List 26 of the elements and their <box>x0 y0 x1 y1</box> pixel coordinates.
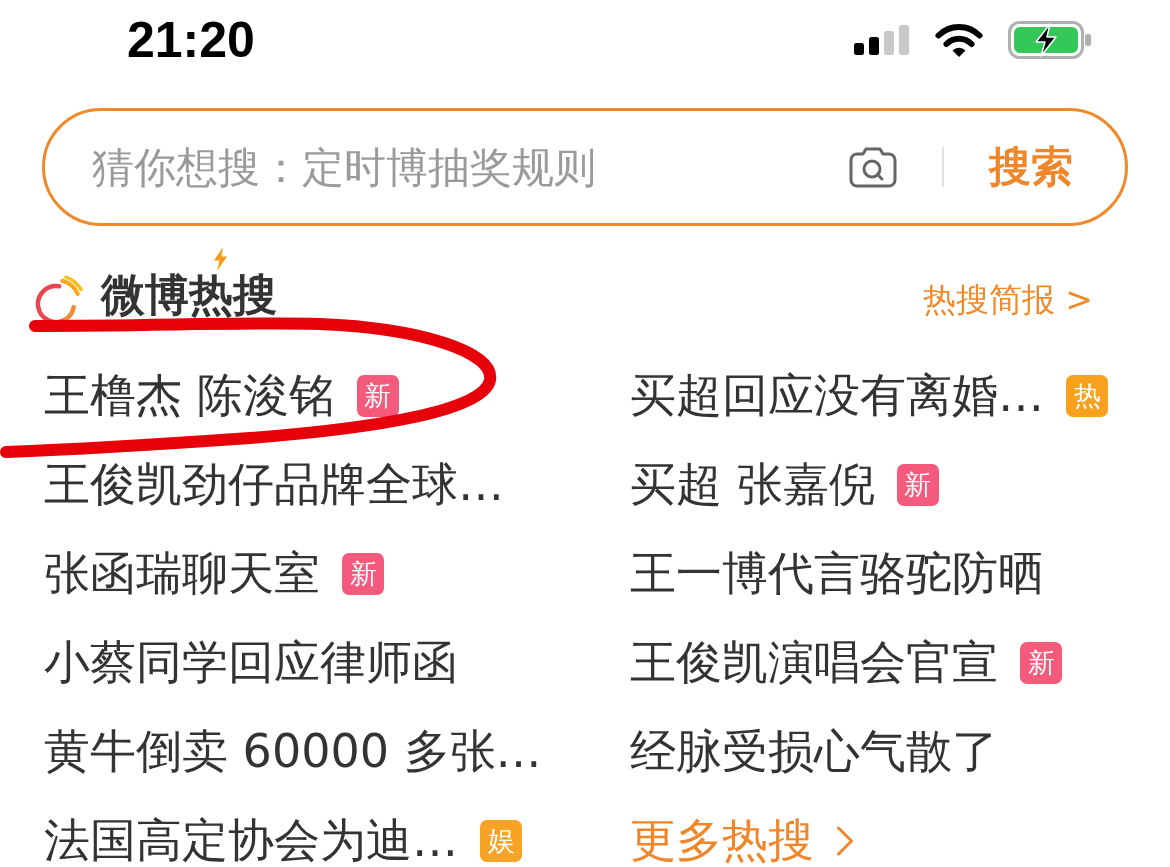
status-time: 21:20 <box>127 11 255 69</box>
hot-search-item[interactable]: 买超 张嘉倪 <box>630 453 875 516</box>
item-tag: 新 <box>1020 641 1062 684</box>
hot-search-item[interactable]: 黄牛倒卖 60000 多张… <box>44 720 542 783</box>
item-tag: 新 <box>356 374 399 417</box>
hot-search-title: 微博热搜 <box>101 273 277 317</box>
chevron-right-icon[interactable] <box>836 825 854 856</box>
item-tag: 新 <box>896 463 939 506</box>
camera-icon[interactable] <box>849 146 897 188</box>
search-field[interactable]: 猜你想搜：定时博抽奖规则 <box>92 142 849 192</box>
hot-search-item[interactable]: 经脉受损心气散了 <box>630 720 998 783</box>
item-tag: 热 <box>1066 374 1108 417</box>
hot-search-item[interactable]: 法国高定协会为迪… <box>44 809 458 867</box>
hot-search-item[interactable]: 王俊凯演唱会官宣 <box>630 631 998 694</box>
item-tag: 新 <box>342 552 384 595</box>
hot-search-item[interactable]: 张函瑞聊天室 <box>44 542 320 605</box>
wifi-icon <box>934 22 984 58</box>
hot-search-item[interactable]: 王一博代言骆驼防晒 <box>630 542 1044 605</box>
lightning-icon <box>213 247 228 271</box>
signal-icon <box>854 25 910 55</box>
hot-search-item[interactable]: 买超回应没有离婚… <box>630 364 1044 427</box>
hot-search-item[interactable]: 王俊凯劲仔品牌全球… <box>44 453 504 516</box>
hot-search-item[interactable]: 王橹杰 陈浚铭 <box>44 364 335 427</box>
item-tag: 娱 <box>480 819 522 862</box>
battery-charging-icon <box>1008 21 1092 59</box>
hot-search-item[interactable]: 小蔡同学回应律师函 <box>44 631 458 694</box>
